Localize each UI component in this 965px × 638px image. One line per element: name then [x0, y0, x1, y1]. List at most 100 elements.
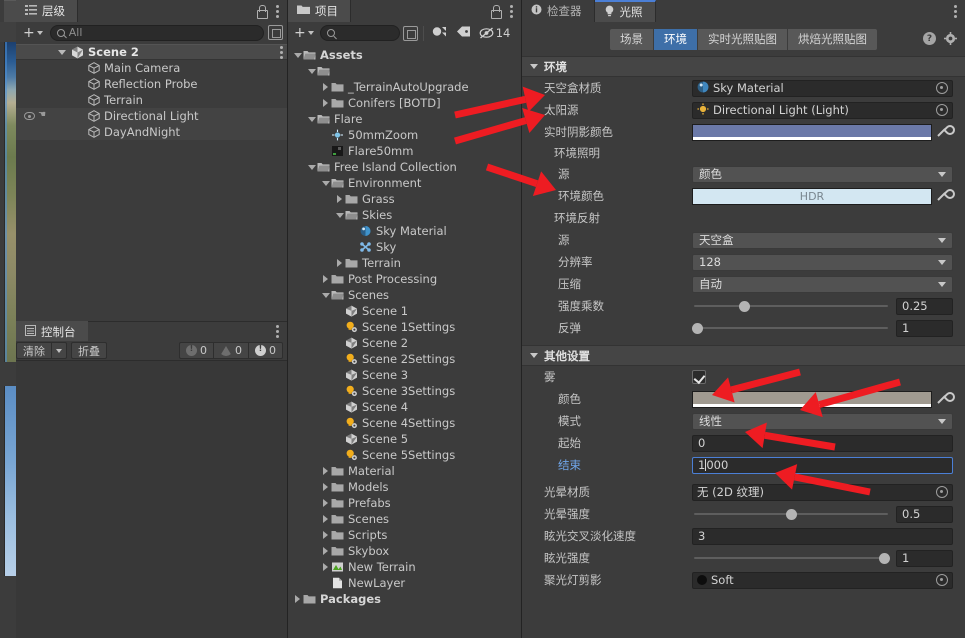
lock-icon[interactable] — [256, 5, 268, 19]
console-clear-dropdown[interactable] — [51, 342, 67, 359]
chevron-right-icon[interactable] — [320, 467, 331, 475]
project-tree-item[interactable]: Assets — [288, 47, 521, 63]
chevron-right-icon[interactable] — [292, 595, 303, 603]
project-tree-item[interactable]: Scene 3 — [288, 367, 521, 383]
tab-inspector[interactable]: 检查器 — [522, 0, 595, 22]
console-collapse-button[interactable]: 折叠 — [71, 342, 107, 359]
lighting-tab-0[interactable]: 场景 — [610, 28, 654, 50]
hierarchy-item[interactable]: ☚ Directional Light — [16, 108, 287, 124]
eye-icon[interactable] — [24, 112, 35, 120]
hierarchy-search-input[interactable]: All — [49, 24, 264, 41]
console-log-area[interactable] — [16, 361, 287, 638]
project-search-mode-button[interactable] — [402, 25, 418, 41]
fog-start-field[interactable]: 0 — [692, 434, 953, 452]
chevron-right-icon[interactable] — [320, 499, 331, 507]
chevron-down-icon[interactable] — [320, 292, 331, 298]
console-error-count[interactable]: 0 — [249, 342, 283, 359]
chevron-down-icon[interactable] — [306, 116, 317, 122]
eyedropper-icon[interactable] — [936, 188, 953, 205]
hierarchy-item[interactable]: DayAndNight — [16, 124, 287, 140]
gear-icon[interactable] — [944, 32, 957, 45]
reflection-source-dropdown[interactable]: 天空盒 — [692, 231, 953, 249]
ambient-source-dropdown[interactable]: 颜色 — [692, 165, 953, 183]
project-tree-item[interactable]: Scene 5 — [288, 431, 521, 447]
chevron-right-icon[interactable] — [320, 83, 331, 91]
fog-mode-dropdown[interactable]: 线性 — [692, 412, 953, 430]
object-picker-icon[interactable] — [936, 574, 948, 586]
chevron-right-icon[interactable] — [320, 99, 331, 107]
create-object-button[interactable]: + — [20, 24, 46, 41]
resolution-dropdown[interactable]: 128 — [692, 253, 953, 271]
chevron-right-icon[interactable] — [320, 483, 331, 491]
hierarchy-item[interactable]: Reflection Probe — [16, 76, 287, 92]
project-tree-item[interactable]: Prefabs — [288, 495, 521, 511]
project-tree-item[interactable]: Sky — [288, 239, 521, 255]
scene-context-menu-icon[interactable] — [280, 45, 283, 59]
project-tree-item[interactable]: Terrain — [288, 255, 521, 271]
help-icon[interactable]: ? — [923, 32, 936, 45]
tab-console[interactable]: 控制台 — [16, 320, 88, 343]
project-hidden-count[interactable]: 14 — [477, 26, 513, 40]
lighting-tab-2[interactable]: 实时光照贴图 — [698, 28, 788, 50]
hierarchy-search-mode-button[interactable] — [268, 25, 283, 40]
project-filter-type-button[interactable] — [429, 25, 450, 41]
scene-view-sliver[interactable] — [0, 0, 16, 638]
halo-strength-slider[interactable] — [692, 506, 890, 523]
hierarchy-scene-row[interactable]: Scene 2 — [16, 44, 287, 60]
intensity-multiplier-slider[interactable] — [692, 298, 890, 315]
project-tree-item[interactable]: Post Processing — [288, 271, 521, 287]
project-tree-item[interactable]: Grass — [288, 191, 521, 207]
project-tree-item[interactable]: 50mmZoom — [288, 127, 521, 143]
section-header-other-settings[interactable]: 其他设置 — [522, 345, 965, 366]
project-create-button[interactable]: + — [291, 25, 317, 42]
bounces-slider[interactable] — [692, 320, 890, 337]
ambient-color-swatch[interactable]: HDR — [692, 187, 932, 205]
project-tree-item[interactable]: Scene 2Settings — [288, 351, 521, 367]
fog-color-swatch[interactable] — [692, 390, 932, 408]
project-tree-item[interactable]: Models — [288, 479, 521, 495]
project-tree-item[interactable]: Scene 1 — [288, 303, 521, 319]
project-tree-item[interactable]: Skies — [288, 207, 521, 223]
tab-project[interactable]: 项目 — [288, 0, 351, 22]
skybox-material-field[interactable]: Sky Material — [692, 79, 953, 97]
chevron-down-icon[interactable] — [58, 49, 66, 55]
project-tree-item[interactable]: Scenes — [288, 287, 521, 303]
project-tree-item[interactable]: Scene 2 — [288, 335, 521, 351]
project-tree-item[interactable]: Packages — [288, 591, 521, 607]
lighting-segments[interactable]: 场景 环境 实时光照贴图 烘焙光照贴图 — [610, 28, 877, 50]
chevron-right-icon[interactable] — [320, 275, 331, 283]
halo-texture-field[interactable]: 无 (2D 纹理) — [692, 483, 953, 501]
realtime-shadow-color-swatch[interactable] — [692, 123, 932, 141]
hand-icon[interactable]: ☚ — [38, 111, 47, 121]
chevron-down-icon[interactable] — [292, 52, 303, 58]
console-warning-count[interactable]: 0 — [214, 342, 249, 359]
chevron-down-icon[interactable] — [306, 68, 317, 74]
project-tree-item[interactable]: Flare50mm — [288, 143, 521, 159]
project-tree-item[interactable]: Scene 3Settings — [288, 383, 521, 399]
tab-lighting[interactable]: 光照 — [594, 0, 656, 22]
project-tree-item[interactable]: Conifers [BOTD] — [288, 95, 521, 111]
lock-icon[interactable] — [490, 5, 502, 19]
fog-checkbox[interactable] — [692, 370, 706, 384]
eyedropper-icon[interactable] — [936, 124, 953, 141]
project-tree-item[interactable]: Scene 5Settings — [288, 447, 521, 463]
project-tree-item[interactable]: Sky Material — [288, 223, 521, 239]
chevron-down-icon[interactable] — [320, 180, 331, 186]
flare-fade-speed-field[interactable]: 3 — [692, 527, 953, 545]
project-tree-item[interactable]: _TerrainAutoUpgrade — [288, 79, 521, 95]
chevron-down-icon[interactable] — [334, 212, 345, 218]
sun-source-field[interactable]: Directional Light (Light) — [692, 101, 953, 119]
project-tree-item[interactable]: Free Island Collection — [288, 159, 521, 175]
project-tree[interactable]: Assets _TerrainAutoUpgrade Conifers [BOTD]… — [288, 44, 521, 638]
halo-strength-field[interactable]: 0.5 — [896, 505, 953, 523]
scene-view-render[interactable] — [4, 42, 16, 362]
tab-hierarchy[interactable]: 层级 — [16, 0, 78, 22]
project-tree-item[interactable] — [288, 63, 521, 79]
section-header-environment[interactable]: 环境 — [522, 56, 965, 77]
project-tree-item[interactable]: Scene 4 — [288, 399, 521, 415]
object-picker-icon[interactable] — [936, 82, 948, 94]
project-tree-item[interactable]: Scene 4Settings — [288, 415, 521, 431]
chevron-right-icon[interactable] — [320, 515, 331, 523]
object-picker-icon[interactable] — [936, 486, 948, 498]
hierarchy-menu-icon[interactable] — [276, 4, 279, 18]
